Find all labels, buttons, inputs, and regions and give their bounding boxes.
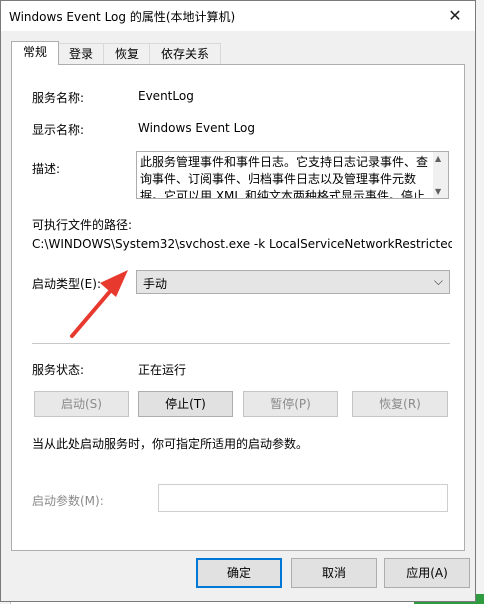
annotation-arrow-icon — [70, 270, 128, 338]
tab-general[interactable]: 常规 — [11, 41, 59, 65]
